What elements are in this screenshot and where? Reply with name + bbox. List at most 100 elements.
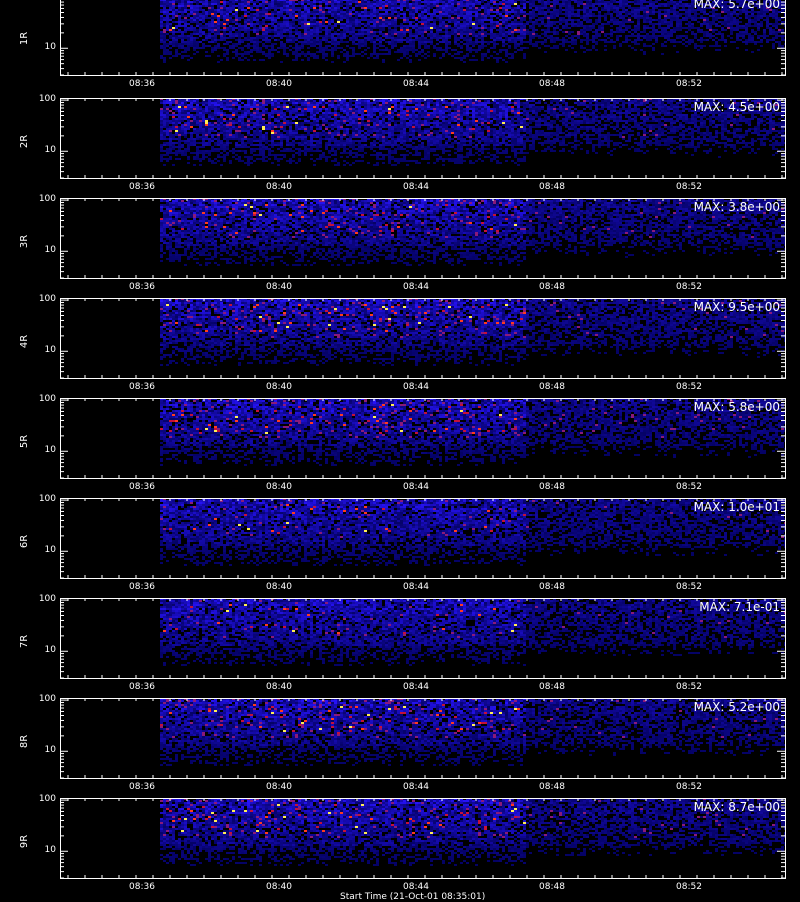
panel-row-label: 2R — [19, 134, 31, 149]
max-value-label: MAX: 8.7e+00 — [693, 800, 780, 814]
max-value-label: MAX: 3.8e+00 — [693, 200, 780, 214]
panel-row-label: 5R — [19, 434, 31, 449]
y-tick-label: 100 — [38, 294, 56, 305]
panel-row-label: 8R — [19, 734, 31, 749]
time-tick-label: 08:52 — [676, 482, 702, 492]
plot-frame — [60, 0, 786, 76]
panel-row-label: 9R — [19, 834, 31, 849]
time-tick-label: 08:44 — [403, 382, 429, 392]
max-value-label: MAX: 5.8e+00 — [693, 400, 780, 414]
panel-row-label: 3R — [19, 234, 31, 249]
panel-8r: 100 10 8R MAX: 5.2e+00 08:36 08:40 08:44 08:48 0… — [0, 694, 800, 798]
time-tick-label: 08:44 — [403, 782, 429, 792]
y-tick-label: 10 — [44, 345, 56, 356]
y-tick-label: 10 — [44, 445, 56, 456]
panel-row-label: 7R — [19, 634, 31, 649]
y-tick-label: 100 — [38, 594, 56, 605]
max-value-label: MAX: 5.2e+00 — [693, 700, 780, 714]
footer-start-time: Start Time (21-Oct-01 08:35:01) — [340, 892, 486, 902]
time-tick-label: 08:40 — [266, 79, 292, 89]
panel-5r: 100 10 5R MAX: 5.8e+00 08:36 08:40 08:44 08:48 0… — [0, 394, 800, 498]
y-tick-label: 100 — [38, 694, 56, 705]
time-tick-label: 08:48 — [539, 482, 565, 492]
time-tick-label: 08:52 — [676, 782, 702, 792]
time-tick-label: 08:36 — [129, 882, 155, 892]
time-tick-label: 08:52 — [676, 582, 702, 592]
time-tick-label: 08:44 — [403, 182, 429, 192]
plot-frame — [60, 398, 786, 479]
time-tick-label: 08:44 — [403, 882, 429, 892]
time-tick-label: 08:36 — [129, 482, 155, 492]
time-tick-label: 08:44 — [403, 282, 429, 292]
y-tick-label: 10 — [44, 42, 56, 53]
time-tick-label: 08:52 — [676, 882, 702, 892]
y-tick-label: 10 — [44, 545, 56, 556]
time-tick-label: 08:44 — [403, 682, 429, 692]
time-tick-label: 08:52 — [676, 682, 702, 692]
max-value-label: MAX: 7.1e-01 — [699, 600, 780, 614]
panel-6r: 100 10 6R MAX: 1.0e+01 08:36 08:40 08:44 08:48 0… — [0, 494, 800, 598]
time-tick-label: 08:40 — [266, 382, 292, 392]
plot-frame — [60, 698, 786, 779]
time-tick-label: 08:40 — [266, 682, 292, 692]
time-tick-label: 08:48 — [539, 882, 565, 892]
max-value-label: MAX: 5.7e+00 — [693, 0, 780, 11]
panel-row-label: 6R — [19, 534, 31, 549]
panel-4r: 100 10 4R MAX: 9.5e+00 08:36 08:40 08:44 08:48 0… — [0, 294, 800, 398]
time-tick-label: 08:40 — [266, 882, 292, 892]
panel-row-label: 1R — [19, 31, 31, 46]
time-tick-label: 08:36 — [129, 582, 155, 592]
panel-9r: 100 10 9R MAX: 8.7e+00 08:36 08:40 08:44 08:48 0… — [0, 794, 800, 898]
plot-frame — [60, 298, 786, 379]
time-tick-label: 08:36 — [129, 79, 155, 89]
y-tick-label: 100 — [26, 0, 56, 1]
time-tick-label: 08:48 — [539, 282, 565, 292]
time-tick-label: 08:36 — [129, 282, 155, 292]
time-tick-label: 08:40 — [266, 582, 292, 592]
plot-frame — [60, 798, 786, 879]
y-tick-label: 100 — [38, 394, 56, 405]
y-tick-label: 100 — [38, 494, 56, 505]
time-tick-label: 08:40 — [266, 782, 292, 792]
panel-row-label: 4R — [19, 334, 31, 349]
plot-frame — [60, 498, 786, 579]
time-tick-label: 08:36 — [129, 382, 155, 392]
spectrogram-stack: 100 10 1R MAX: 5.7e+00 08:36 08:40 08:44 08:48 0… — [0, 0, 800, 900]
max-value-label: MAX: 4.5e+00 — [693, 100, 780, 114]
time-tick-label: 08:40 — [266, 182, 292, 192]
time-tick-label: 08:44 — [403, 482, 429, 492]
time-tick-label: 08:48 — [539, 682, 565, 692]
time-tick-label: 08:36 — [129, 182, 155, 192]
max-value-label: MAX: 9.5e+00 — [693, 300, 780, 314]
y-tick-label: 10 — [44, 245, 56, 256]
time-tick-label: 08:52 — [676, 382, 702, 392]
panel-7r: 100 10 7R MAX: 7.1e-01 08:36 08:40 08:44 08:48 0… — [0, 594, 800, 698]
time-tick-label: 08:52 — [676, 182, 702, 192]
y-tick-label: 100 — [38, 794, 56, 805]
time-tick-label: 08:52 — [676, 79, 702, 89]
y-tick-label: 100 — [38, 94, 56, 105]
time-tick-label: 08:48 — [539, 382, 565, 392]
plot-frame — [60, 598, 786, 679]
time-tick-label: 08:44 — [403, 79, 429, 89]
y-tick-label: 10 — [44, 145, 56, 156]
time-tick-label: 08:44 — [403, 582, 429, 592]
time-tick-label: 08:40 — [266, 482, 292, 492]
time-tick-label: 08:36 — [129, 682, 155, 692]
panel-1r: 100 10 1R MAX: 5.7e+00 08:36 08:40 08:44 08:48 0… — [0, 0, 800, 95]
time-tick-label: 08:48 — [539, 182, 565, 192]
time-tick-label: 08:52 — [676, 282, 702, 292]
panel-3r: 100 10 3R MAX: 3.8e+00 08:36 08:40 08:44 08:48 0… — [0, 194, 800, 298]
y-tick-label: 100 — [38, 194, 56, 205]
time-tick-label: 08:48 — [539, 782, 565, 792]
max-value-label: MAX: 1.0e+01 — [693, 500, 780, 514]
time-tick-label: 08:36 — [129, 782, 155, 792]
y-tick-label: 10 — [44, 845, 56, 856]
plot-frame — [60, 98, 786, 179]
y-tick-label: 10 — [44, 645, 56, 656]
panel-2r: 100 10 2R MAX: 4.5e+00 08:36 08:40 08:44 08:48 0… — [0, 94, 800, 198]
y-tick-label: 10 — [44, 745, 56, 756]
plot-frame — [60, 198, 786, 279]
time-tick-label: 08:48 — [539, 79, 565, 89]
time-tick-label: 08:48 — [539, 582, 565, 592]
